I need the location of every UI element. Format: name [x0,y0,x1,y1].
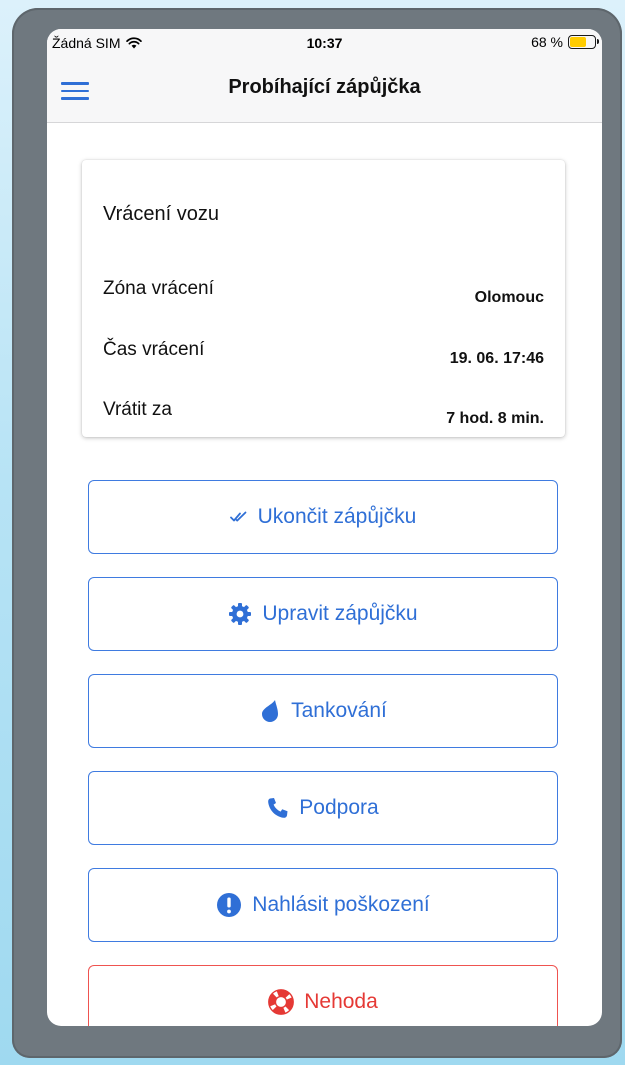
support-label: Podpora [299,796,379,819]
refueling-button[interactable]: Tankování [88,674,558,748]
return-in-value: 7 hod. 8 min. [446,410,544,427]
return-time-value: 19. 06. 17:46 [449,350,544,367]
edit-rental-button[interactable]: Upravit zápůjčku [88,577,558,651]
report-damage-label: Nahlásit poškození [252,893,430,916]
battery-group: 68 % [531,34,599,50]
status-bar: Žádná SIM 10:37 68 % [47,29,602,57]
return-zone-value: Olomouc [474,289,544,306]
battery-icon [568,35,599,49]
phone-icon [267,797,289,819]
page-title: Probíhající zápůjčka [228,76,421,98]
drop-icon [259,699,281,723]
status-time: 10:37 [306,35,343,51]
exclamation-circle-icon [216,892,242,918]
return-in-row: Vrátit za 7 hod. 8 min. [103,399,544,427]
return-info-card: Vrácení vozu Zóna vrácení Olomouc Čas vr… [82,160,565,437]
navigation-bar: Probíhající zápůjčka [47,57,602,123]
lifebuoy-icon [268,989,295,1015]
double-check-icon [229,511,248,523]
end-rental-label: Ukončit zápůjčku [257,505,417,528]
support-button[interactable]: Podpora [88,771,558,845]
edit-rental-label: Upravit zápůjčku [262,602,418,625]
return-zone-label: Zóna vrácení [103,278,214,299]
card-title: Vrácení vozu [103,203,219,225]
accident-button[interactable]: Nehoda [88,965,558,1026]
gear-icon [228,602,252,626]
return-zone-row: Zóna vrácení Olomouc [103,278,544,306]
refueling-label: Tankování [291,699,387,722]
accident-label: Nehoda [304,990,378,1013]
return-in-label: Vrátit za [103,399,172,420]
app-screen: Žádná SIM 10:37 68 % Probíhající zápůjčk… [47,29,602,1026]
report-damage-button[interactable]: Nahlásit poškození [88,868,558,942]
return-time-label: Čas vrácení [103,339,205,360]
end-rental-button[interactable]: Ukončit zápůjčku [88,480,558,554]
battery-percent: 68 % [531,34,563,50]
return-time-row: Čas vrácení 19. 06. 17:46 [103,339,544,367]
